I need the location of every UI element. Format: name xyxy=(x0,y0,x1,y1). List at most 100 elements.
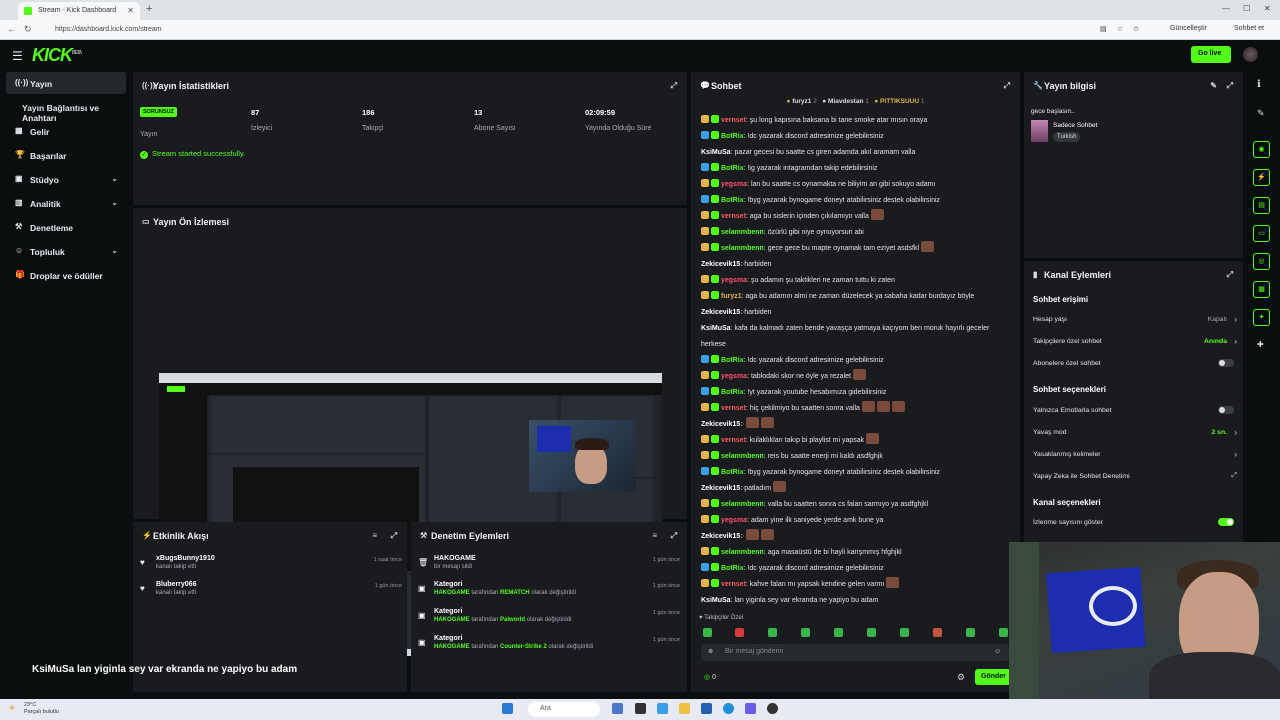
chat-username[interactable]: vernset xyxy=(721,581,746,588)
followers-chat-row[interactable]: Takipçilere özel sohbet Anında › xyxy=(1033,337,1237,346)
popout-icon[interactable]: ⤢ xyxy=(391,531,397,541)
sidebar-item-denetleme[interactable]: ⚒ Denetleme xyxy=(6,216,126,238)
chat-username[interactable]: Zekicevik15 xyxy=(701,421,740,428)
chat-username[interactable]: BotRix xyxy=(721,469,744,476)
chat-username[interactable]: vernset xyxy=(721,405,746,412)
update-button[interactable]: Güncelleştir xyxy=(1170,25,1207,32)
chat-username[interactable]: vernset xyxy=(721,437,746,444)
grid-icon[interactable]: ▦ xyxy=(1253,281,1270,298)
emote-icon[interactable] xyxy=(900,628,909,637)
taskbar-app-icon[interactable] xyxy=(701,703,712,714)
banned-words-row[interactable]: Yasaklanmış kelimeler › xyxy=(1033,450,1237,459)
chat-username[interactable]: KsiMuSa xyxy=(701,325,731,332)
filter-icon[interactable]: ≡ xyxy=(652,531,657,540)
chat-settings-icon[interactable]: ⚙ xyxy=(957,672,965,683)
emote-picker-icon[interactable]: ☺ xyxy=(994,648,1001,655)
popout-icon[interactable]: ⤢ xyxy=(671,81,677,91)
chat-username[interactable]: yegsma xyxy=(721,517,747,524)
popout-icon[interactable]: ⤢ xyxy=(1004,81,1010,91)
chat-username[interactable]: yegsma xyxy=(721,373,747,380)
taskbar-app-icon[interactable] xyxy=(657,703,668,714)
chat-username[interactable]: selammbenn xyxy=(721,245,764,252)
camera-icon[interactable]: ◉ xyxy=(1253,141,1270,158)
subs-chat-toggle[interactable] xyxy=(1218,359,1234,367)
taskbar-search[interactable]: Ara xyxy=(528,702,600,717)
emote-icon[interactable] xyxy=(703,628,712,637)
info-icon[interactable]: ℹ xyxy=(1257,79,1261,90)
chat-icon[interactable]: ▭ xyxy=(1253,225,1270,242)
chat-username[interactable]: BotRix xyxy=(721,165,744,172)
chat-username[interactable]: Zekicevik15 xyxy=(701,309,740,316)
emote-icon[interactable] xyxy=(867,628,876,637)
edge-icon[interactable] xyxy=(723,703,734,714)
chat-username[interactable]: vernset xyxy=(721,213,746,220)
wrench-icon[interactable]: ✦ xyxy=(1253,309,1270,326)
taskbar-app-icon[interactable] xyxy=(635,703,646,714)
chat-username[interactable]: KsiMuSa xyxy=(701,149,731,156)
chat-username[interactable]: yegsma xyxy=(721,181,747,188)
chat-username[interactable]: Zekicevik15 xyxy=(701,485,740,492)
subs-chat-row[interactable]: Abonelere özel sohbet xyxy=(1033,359,1237,367)
emote-only-toggle[interactable] xyxy=(1218,406,1234,414)
account-age-row[interactable]: Hesap yaşı Kapalı › xyxy=(1033,315,1237,324)
kick-logo[interactable]: KICKBETA xyxy=(32,45,82,66)
star-icon[interactable]: ☆ xyxy=(1117,25,1123,33)
show-viewers-row[interactable]: İzlenme sayısını göster xyxy=(1033,518,1237,526)
edit-icon[interactable]: ✎ xyxy=(1210,81,1217,90)
chat-username[interactable]: vernset xyxy=(721,117,746,124)
favorites-icon[interactable]: ✩ xyxy=(1133,25,1139,33)
emote-icon[interactable] xyxy=(999,628,1008,637)
new-tab-icon[interactable]: + xyxy=(146,3,152,15)
chat-username[interactable]: Zekicevik15 xyxy=(701,533,740,540)
sidebar-item-stream-key[interactable]: Yayın Bağlantısı ve Anahtarı xyxy=(6,96,126,123)
emote-icon[interactable] xyxy=(735,628,744,637)
emote-icon[interactable] xyxy=(768,628,777,637)
ai-moderation-row[interactable]: Yapay Zeka ile Sohbet Denetimi ⤢ xyxy=(1033,472,1237,480)
chat-username[interactable]: BotRix xyxy=(721,197,744,204)
sidebar-item-droplar[interactable]: 🎁 Droplar ve ödüller xyxy=(6,264,126,286)
browser-tab[interactable]: Stream - Kick Dashboard ✕ xyxy=(18,2,140,20)
pencil-icon[interactable]: ✎ xyxy=(1257,108,1265,119)
lightning-icon[interactable]: ⚡ xyxy=(1253,169,1270,186)
back-icon[interactable]: ← xyxy=(7,24,16,34)
folder-icon[interactable] xyxy=(679,703,690,714)
popout-icon[interactable]: ⤢ xyxy=(1227,270,1233,280)
emote-icon[interactable] xyxy=(933,628,942,637)
chat-username[interactable]: furyz1 xyxy=(721,293,742,300)
chat-username[interactable]: BotRix xyxy=(721,133,744,140)
sidebar-item-yayin[interactable]: ((·)) Yayın xyxy=(6,72,126,94)
taskbar-app-icon[interactable] xyxy=(612,703,623,714)
url-field[interactable]: https://dashboard.kick.com/stream xyxy=(50,23,1090,37)
chat-username[interactable]: selammbenn xyxy=(721,549,764,556)
sidebar-item-topluluk[interactable]: ☺ Topluluk ⌄ xyxy=(6,240,126,262)
go-live-button[interactable]: Go live xyxy=(1191,46,1231,63)
close-tab-icon[interactable]: ✕ xyxy=(127,6,134,15)
show-viewers-toggle[interactable] xyxy=(1218,518,1234,526)
sidebar-item-studyo[interactable]: ▣ Stüdyo ⌄ xyxy=(6,168,126,190)
copilot-chat-button[interactable]: Sohbet et xyxy=(1234,25,1264,32)
sidebar-item-analitik[interactable]: ▥ Analitik ⌄ xyxy=(6,192,126,214)
reload-icon[interactable]: ↻ xyxy=(24,24,32,35)
filter-icon[interactable]: ≡ xyxy=(372,531,377,540)
maximize-icon[interactable]: ☐ xyxy=(1243,4,1250,13)
sidebar-item-gelir[interactable]: ▦ Gelir xyxy=(6,120,126,142)
obs-icon[interactable] xyxy=(767,703,778,714)
chat-username[interactable]: KsiMuSa xyxy=(701,597,731,604)
popout-icon[interactable]: ⤢ xyxy=(1227,81,1233,91)
start-icon[interactable] xyxy=(502,703,513,714)
add-icon[interactable]: ✚ xyxy=(1257,340,1264,349)
send-button[interactable]: Gönder xyxy=(975,669,1011,685)
chat-username[interactable]: selammbenn xyxy=(721,501,764,508)
emote-icon[interactable] xyxy=(801,628,810,637)
chat-username[interactable]: selammbenn xyxy=(721,229,764,236)
menu-icon[interactable]: ☰ xyxy=(12,49,23,63)
clipboard-icon[interactable]: ▤ xyxy=(1253,197,1270,214)
emote-icon[interactable] xyxy=(834,628,843,637)
avatar[interactable] xyxy=(1243,47,1258,62)
slow-mode-row[interactable]: Yavaş mod 2 sn. › xyxy=(1033,428,1237,437)
emote-only-row[interactable]: Yalnızca Emotlarla sohbet xyxy=(1033,406,1237,414)
chat-username[interactable]: BotRix xyxy=(721,389,744,396)
minimize-icon[interactable]: — xyxy=(1222,4,1230,13)
popout-icon[interactable]: ⤢ xyxy=(671,531,677,541)
close-window-icon[interactable]: ✕ xyxy=(1264,4,1271,13)
